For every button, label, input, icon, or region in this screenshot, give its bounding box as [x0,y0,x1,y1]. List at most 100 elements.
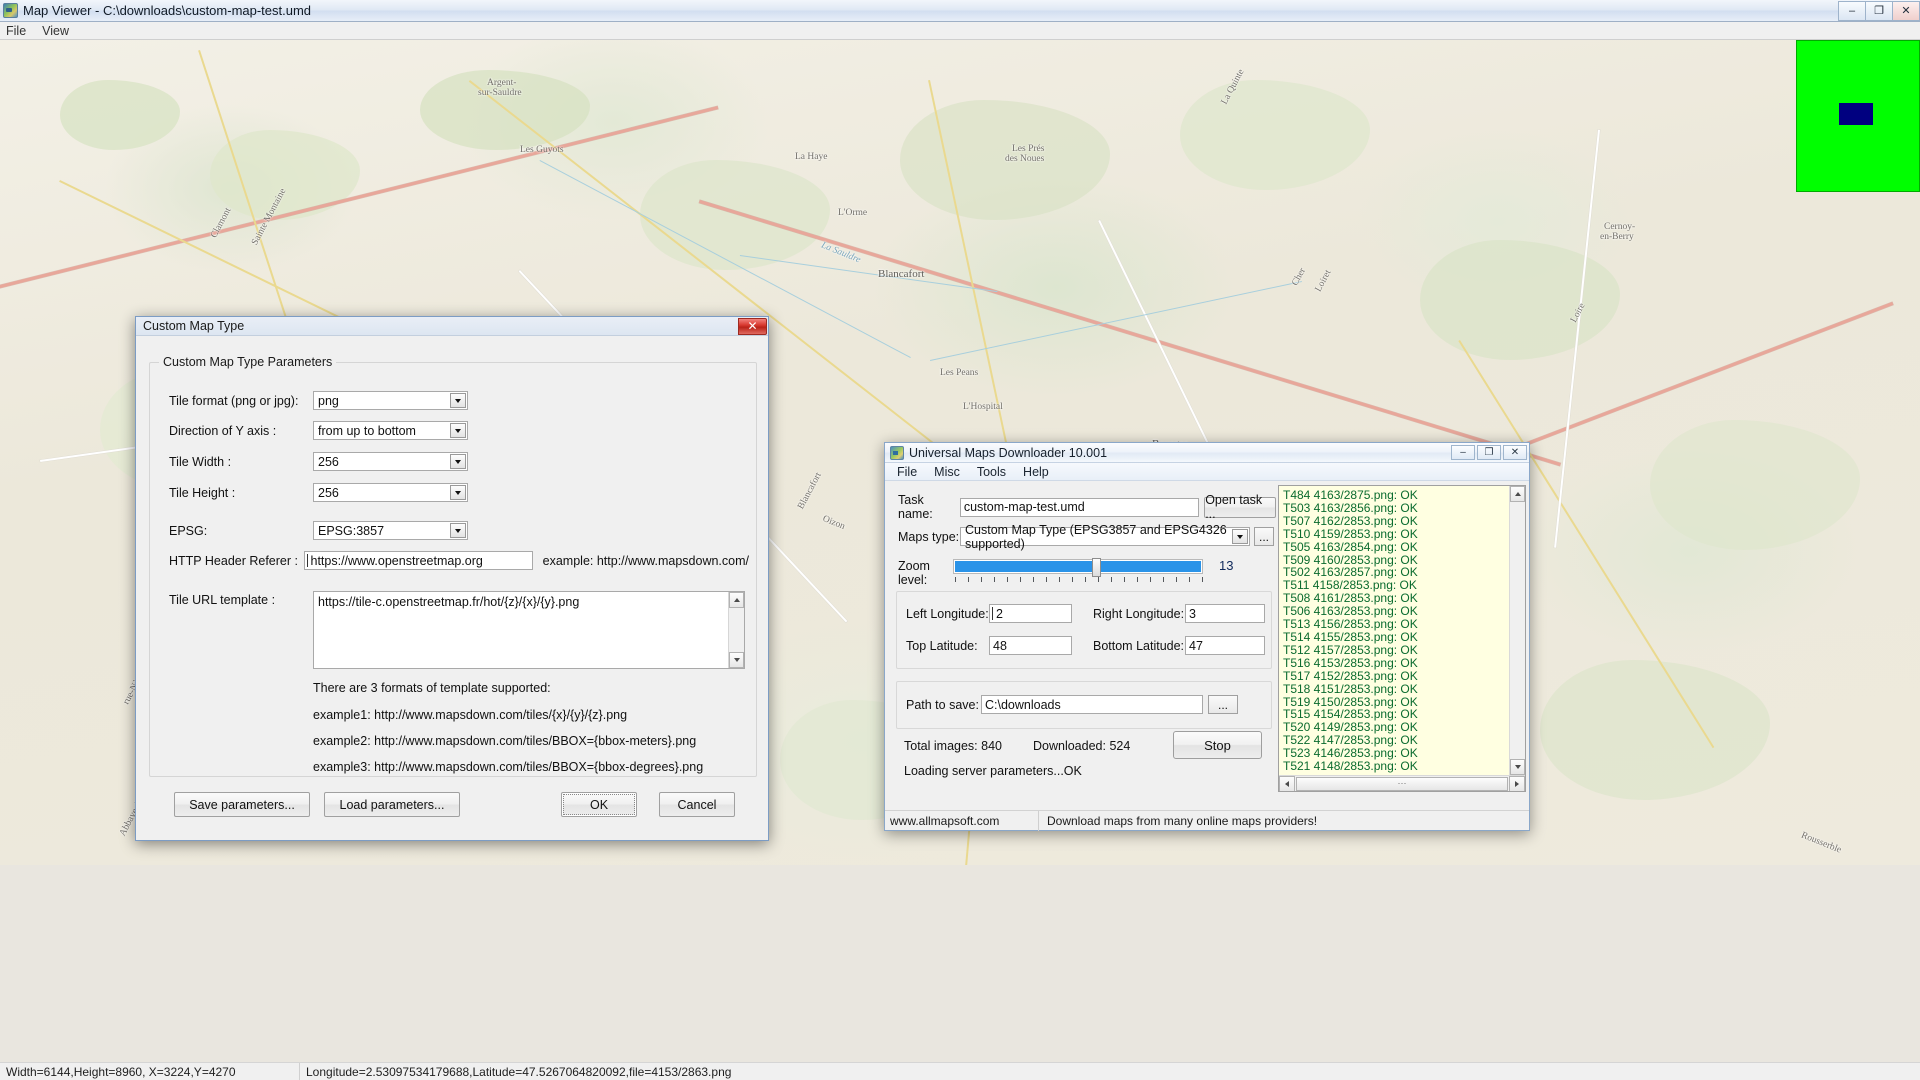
tick [1072,577,1073,582]
path-to-save-input[interactable]: C:\downloads [981,695,1203,714]
map-label: des Noues [1005,154,1044,164]
ok-button[interactable]: OK [561,792,637,817]
textarea-vertical-scrollbar[interactable] [728,592,744,668]
map-label: L'Hospital [963,402,1003,412]
umd-menu-tools[interactable]: Tools [977,465,1006,479]
chevron-down-icon[interactable] [450,523,466,538]
downloaded-label: Downloaded: 524 [1033,739,1130,753]
template-help-line-2: example1: http://www.mapsdown.com/tiles/… [313,708,627,722]
maps-type-combo[interactable]: Custom Map Type (EPSG3857 and EPSG4326 s… [960,527,1250,546]
map-overview-panel[interactable] [1796,40,1920,192]
path-to-save-value: C:\downloads [985,698,1061,712]
tick [1124,577,1125,582]
list-item[interactable]: T514 4155/2853.png: OK [1279,631,1525,644]
tile-url-template-textarea[interactable]: https://tile-c.openstreetmap.fr/hot/{z}/… [313,591,745,669]
list-item[interactable]: T516 4153/2853.png: OK [1279,657,1525,670]
top-latitude-input[interactable]: 48 [989,636,1072,655]
cancel-button[interactable]: Cancel [659,792,735,817]
horizontal-scroll-thumb[interactable]: ⋯ [1296,777,1508,791]
list-item[interactable]: T503 4163/2856.png: OK [1279,502,1525,515]
tile-format-combo[interactable]: png [313,391,468,410]
umd-menu-misc[interactable]: Misc [934,465,960,479]
umd-minimize-button[interactable]: – [1451,445,1475,460]
menu-item-file[interactable]: File [6,24,26,38]
dialog-close-button[interactable]: ✕ [738,318,767,335]
tile-width-label: Tile Width : [169,455,313,469]
epsg-combo[interactable]: EPSG:3857 [313,521,468,540]
tick [994,577,995,582]
list-item[interactable]: T510 4159/2853.png: OK [1279,528,1525,541]
loading-status-text: Loading server parameters...OK [904,764,1082,778]
map-label: La Haye [795,152,827,162]
minimize-button[interactable]: – [1838,1,1866,21]
task-name-input[interactable]: custom-map-test.umd [960,498,1199,517]
referer-example: example: http://www.mapsdown.com/ [543,554,749,568]
left-longitude-input[interactable]: 2 [989,604,1072,623]
universal-maps-downloader-window: Universal Maps Downloader 10.001 – ❐ ✕ F… [884,442,1530,831]
save-parameters-button[interactable]: Save parameters... [174,792,310,817]
scroll-down-button[interactable] [729,652,744,668]
umd-close-button[interactable]: ✕ [1503,445,1527,460]
custom-map-type-dialog: Custom Map Type ✕ Custom Map Type Parame… [135,316,769,841]
field-row-y-direction: Direction of Y axis : from up to bottom [169,421,744,440]
bottom-latitude-input[interactable]: 47 [1185,636,1265,655]
tile-height-combo[interactable]: 256 [313,483,468,502]
scroll-down-button[interactable] [1510,759,1525,775]
zoom-level-slider-thumb[interactable] [1092,558,1101,577]
zoom-level-slider[interactable] [953,559,1203,574]
chevron-down-icon[interactable] [450,423,466,438]
map-label: Les Peans [940,368,978,378]
dialog-titlebar: Custom Map Type ✕ [136,317,768,336]
scroll-left-button[interactable] [1279,776,1295,792]
maps-type-browse-button[interactable]: ... [1254,527,1274,546]
chevron-down-icon[interactable] [450,454,466,469]
scroll-up-button[interactable] [729,592,744,608]
download-log-list[interactable]: T484 4163/2875.png: OK T503 4163/2856.pn… [1278,485,1526,792]
bottom-latitude-label: Bottom Latitude: [1093,639,1185,653]
log-horizontal-scrollbar[interactable]: ⋯ [1279,775,1525,791]
log-vertical-scrollbar[interactable] [1509,486,1525,775]
zoom-level-ticks [955,577,1203,587]
close-button[interactable]: ✕ [1892,1,1920,21]
map-label: Blancafort [878,268,924,280]
list-item[interactable]: T517 4152/2853.png: OK [1279,670,1525,683]
referer-input[interactable]: https://www.openstreetmap.org [304,551,533,570]
tick [1059,577,1060,582]
umd-status-website[interactable]: www.allmapsoft.com [885,811,1039,831]
scroll-up-button[interactable] [1510,486,1525,502]
field-row-tile-height: Tile Height : 256 [169,483,744,502]
list-item[interactable]: T512 4157/2853.png: OK [1279,644,1525,657]
y-direction-combo[interactable]: from up to bottom [313,421,468,440]
chevron-down-icon[interactable] [1232,529,1248,544]
list-item[interactable]: T518 4151/2853.png: OK [1279,683,1525,696]
umd-titlebar: Universal Maps Downloader 10.001 – ❐ ✕ [885,443,1529,463]
path-browse-button[interactable]: ... [1208,695,1238,714]
open-task-button[interactable]: Open task ... [1204,497,1276,518]
maps-type-label: Maps type: [898,530,960,544]
list-item[interactable]: T507 4162/2853.png: OK [1279,515,1525,528]
stop-button[interactable]: Stop [1173,731,1262,759]
chevron-down-icon[interactable] [450,485,466,500]
tile-width-combo[interactable]: 256 [313,452,468,471]
tick [1033,577,1034,582]
umd-menu-file[interactable]: File [897,465,917,479]
map-label: L'Orme [838,208,867,218]
list-item[interactable]: T505 4163/2854.png: OK [1279,541,1525,554]
load-parameters-button[interactable]: Load parameters... [324,792,460,817]
map-label: sur-Sauldre [478,88,522,98]
maximize-button[interactable]: ❐ [1865,1,1893,21]
umd-statusbar: www.allmapsoft.com Download maps from ma… [885,810,1529,830]
chevron-down-icon[interactable] [450,393,466,408]
maps-type-row: Maps type: Custom Map Type (EPSG3857 and… [898,527,1276,546]
umd-maximize-button[interactable]: ❐ [1477,445,1501,460]
right-longitude-input[interactable]: 3 [1185,604,1265,623]
scroll-right-button[interactable] [1509,776,1525,792]
field-row-referer: HTTP Header Referer : https://www.openst… [169,551,749,570]
menu-item-view[interactable]: View [42,24,69,38]
zoom-level-slider-fill [955,561,1201,572]
template-help-line-4: example3: http://www.mapsdown.com/tiles/… [313,760,703,774]
umd-menu-help[interactable]: Help [1023,465,1049,479]
list-item[interactable]: T484 4163/2875.png: OK [1279,489,1525,502]
left-longitude-row: Left Longitude: 2 [906,604,1072,623]
list-item[interactable]: T521 4148/2853.png: OK [1279,760,1525,773]
